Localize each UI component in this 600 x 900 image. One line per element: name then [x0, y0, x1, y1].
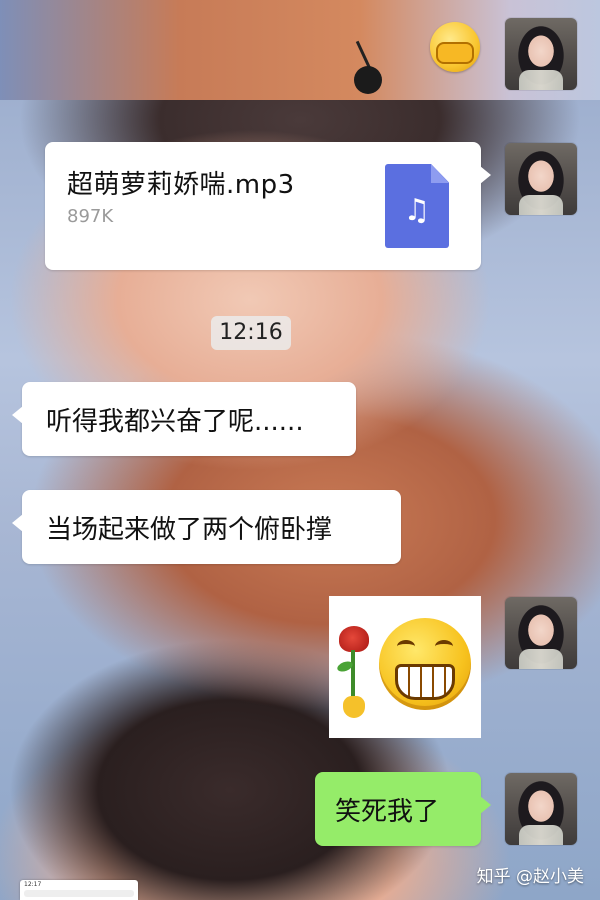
file-name: 超萌萝莉娇喘.mp3 — [67, 170, 295, 200]
grinning-face-with-rose-sticker[interactable] — [329, 596, 481, 738]
music-note-icon: ♫ — [403, 193, 431, 228]
received-message-bubble[interactable]: 当场起来做了两个俯卧撑 — [12, 490, 401, 564]
avatar[interactable] — [505, 773, 577, 845]
mini-search-bar — [24, 890, 134, 897]
eye — [435, 640, 453, 653]
message-timestamp: 12:16 — [211, 316, 291, 350]
file-message-bubble[interactable]: 超萌萝莉娇喘.mp3 897K ♫ — [45, 142, 491, 270]
file-size: 897K — [67, 206, 114, 227]
sent-message-bubble[interactable]: 笑死我了 — [315, 772, 491, 846]
covering-hands — [436, 42, 474, 64]
hand-icon — [343, 696, 365, 718]
avatar[interactable] — [505, 143, 577, 215]
message-text: 当场起来做了两个俯卧撑 — [46, 514, 333, 545]
grinning-face-icon — [379, 618, 471, 710]
mini-status-time: 12:17 — [24, 881, 42, 888]
covering-face-emoji-icon — [430, 22, 480, 72]
avatar[interactable] — [505, 597, 577, 669]
message-text: 听得我都兴奋了呢...... — [46, 406, 304, 437]
watermark: 知乎 @赵小美 — [476, 867, 584, 887]
message-text: 笑死我了 — [335, 796, 440, 827]
music-file-icon: ♫ — [385, 164, 449, 248]
lapel-microphone — [354, 66, 382, 94]
grin-teeth — [395, 664, 455, 700]
rose-icon — [339, 626, 369, 652]
avatar[interactable] — [505, 18, 577, 90]
mini-screenshot-thumbnail: 12:17 — [20, 880, 138, 900]
eye — [397, 640, 415, 653]
file-fold-corner — [431, 164, 449, 183]
rose-stem — [351, 650, 355, 700]
received-message-bubble[interactable]: 听得我都兴奋了呢...... — [12, 382, 356, 456]
